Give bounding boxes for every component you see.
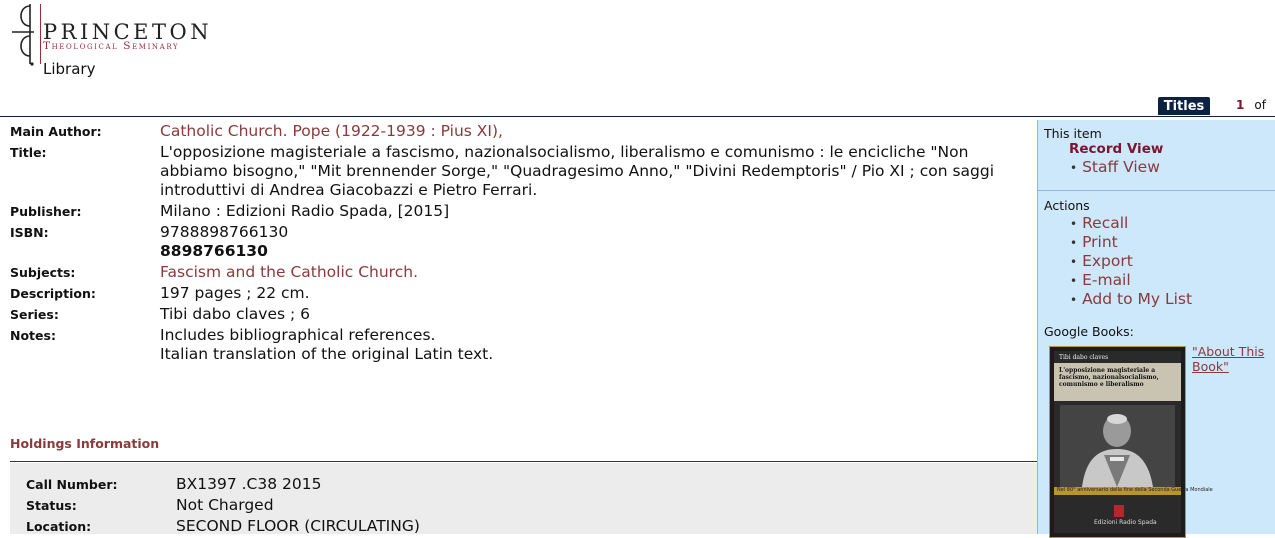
notes-value: Italian translation of the original Lati…: [160, 345, 494, 363]
library-logo[interactable]: PRINCETON Theological Seminary Library: [6, 2, 246, 82]
action-label: Add to My List: [1082, 290, 1193, 308]
cover-gold-text: Nel 80° anniversario della fine della Se…: [1057, 487, 1213, 493]
bullet-icon: •: [1070, 255, 1078, 269]
page-current: 1: [1236, 98, 1245, 112]
pager: 1 of: [1236, 98, 1266, 112]
tab-titles[interactable]: Titles: [1158, 97, 1210, 115]
bullet-icon: •: [1070, 236, 1078, 250]
action-label: E-mail: [1082, 271, 1131, 289]
publisher-value: Milano : Edizioni Radio Spada, [2015]: [160, 202, 450, 220]
publisher-logo-icon: [1114, 505, 1124, 517]
book-cover: Tibi dabo claves L'opposizione magisteri…: [1054, 351, 1213, 533]
description-value: 197 pages ; 22 cm.: [160, 284, 310, 302]
logo-library: Library: [43, 60, 96, 78]
author-link[interactable]: Catholic Church. Pope (1922-1939 : Pius …: [160, 122, 503, 140]
series-value: Tibi dabo claves ; 6: [160, 305, 311, 323]
holdings-table: Call Number: BX1397 .C38 2015 Status: No…: [10, 463, 1037, 535]
sidebar-divider: [1038, 190, 1275, 191]
field-label: Title:: [10, 145, 47, 160]
bullet-icon: •: [1070, 274, 1078, 288]
cover-title-band: L'opposizione magisteriale a fascismo, n…: [1054, 363, 1181, 401]
bullet-icon: •: [1070, 217, 1078, 231]
bullet-icon: •: [1070, 293, 1078, 307]
location-value: SECOND FLOOR (CIRCULATING): [176, 517, 420, 535]
pope-portrait-image: [1060, 405, 1175, 487]
field-label: Notes:: [10, 328, 56, 343]
subject-link[interactable]: Fascism and the Catholic Church.: [160, 263, 418, 281]
sidebar: This item Record View • Staff View Action…: [1037, 120, 1275, 538]
status-value: Not Charged: [176, 496, 274, 514]
field-label: ISBN:: [10, 225, 49, 240]
about-this-book-link[interactable]: "About This Book": [1192, 344, 1272, 374]
book-cover-thumbnail[interactable]: Tibi dabo claves L'opposizione magisteri…: [1049, 346, 1213, 538]
cover-series: Tibi dabo claves: [1059, 354, 1109, 361]
notes-value: Includes bibliographical references.: [160, 326, 436, 344]
field-label: Description:: [10, 286, 96, 301]
actions-label: Actions: [1044, 198, 1090, 213]
logo-subtitle: Theological Seminary: [43, 40, 180, 52]
bullet-icon: •: [1070, 161, 1078, 175]
field-label: Main Author:: [10, 124, 102, 139]
email-link[interactable]: • E-mail: [1070, 271, 1131, 289]
logo-divider: [40, 4, 41, 64]
isbn-10-value: 8898766130: [160, 242, 268, 260]
holdings-divider: [10, 461, 1037, 462]
this-item-label: This item: [1044, 126, 1102, 141]
page-of-label: of: [1254, 98, 1266, 112]
add-to-my-list-link[interactable]: • Add to My List: [1070, 290, 1192, 308]
record-view-link[interactable]: Record View: [1069, 141, 1163, 157]
cover-publisher: Edizioni Radio Spada: [1094, 519, 1157, 526]
field-label: Call Number:: [26, 477, 118, 492]
google-books-label: Google Books:: [1044, 324, 1134, 339]
field-label: Status:: [26, 498, 77, 513]
action-label: Recall: [1082, 214, 1129, 232]
action-label: Print: [1082, 233, 1118, 251]
action-label: Export: [1082, 252, 1133, 270]
export-link[interactable]: • Export: [1070, 252, 1133, 270]
field-label: Subjects:: [10, 265, 76, 280]
title-value: L'opposizione magisteriale a fascismo, n…: [160, 143, 995, 199]
header-divider: [0, 116, 1275, 117]
field-label: Location:: [26, 519, 92, 534]
call-number-value: BX1397 .C38 2015: [176, 475, 322, 493]
cover-gold-band: Nel 80° anniversario della fine della Se…: [1054, 487, 1213, 495]
chi-rho-logo-icon: [12, 4, 34, 66]
isbn-13-value: 9788898766130: [160, 223, 289, 241]
print-link[interactable]: • Print: [1070, 233, 1118, 251]
holdings-heading: Holdings Information: [10, 436, 160, 451]
staff-view-link[interactable]: • Staff View: [1070, 158, 1160, 176]
recall-link[interactable]: • Recall: [1070, 214, 1128, 232]
staff-view-label: Staff View: [1082, 158, 1160, 176]
cover-title: L'opposizione magisteriale a fascismo, n…: [1059, 367, 1159, 388]
field-label: Series:: [10, 307, 59, 322]
field-label: Publisher:: [10, 204, 82, 219]
